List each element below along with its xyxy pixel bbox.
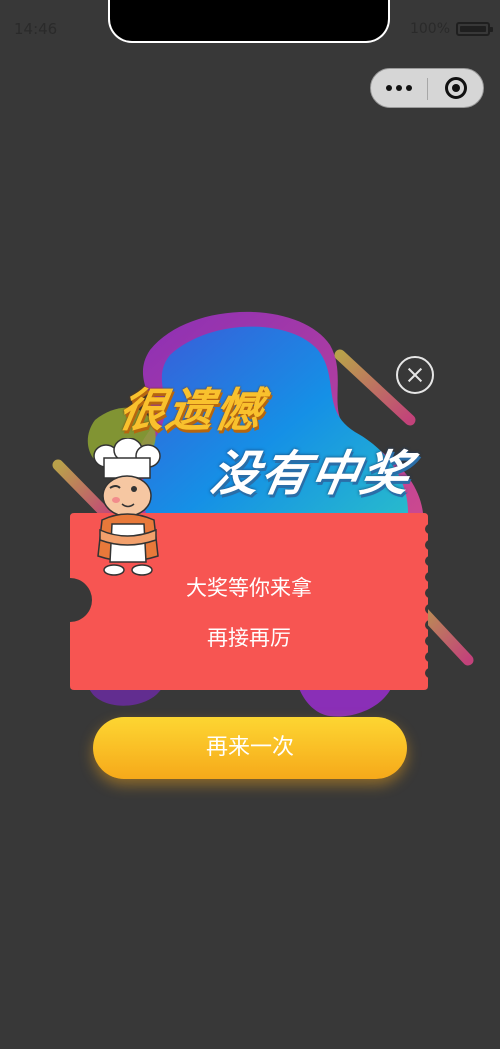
ticket-message-line-2: 再接再厉: [207, 626, 291, 650]
screen-notch: [108, 0, 390, 43]
battery-icon: [456, 22, 493, 36]
more-dots-icon[interactable]: [371, 69, 427, 107]
target-icon[interactable]: [428, 69, 484, 107]
title-line-1: 很遗憾: [114, 383, 269, 437]
try-again-label: 再来一次: [205, 735, 294, 760]
status-bar: 14:46 100%: [0, 0, 500, 58]
close-circle-icon[interactable]: [396, 356, 434, 394]
status-time: 14:46: [14, 20, 58, 38]
mini-program-capsule: [370, 68, 484, 108]
chef-mascot-illustration: [93, 438, 161, 576]
battery-percentage: 100%: [409, 21, 450, 37]
try-again-button[interactable]: 再来一次: [93, 717, 407, 779]
title-line-2: 没有中奖: [206, 446, 417, 502]
